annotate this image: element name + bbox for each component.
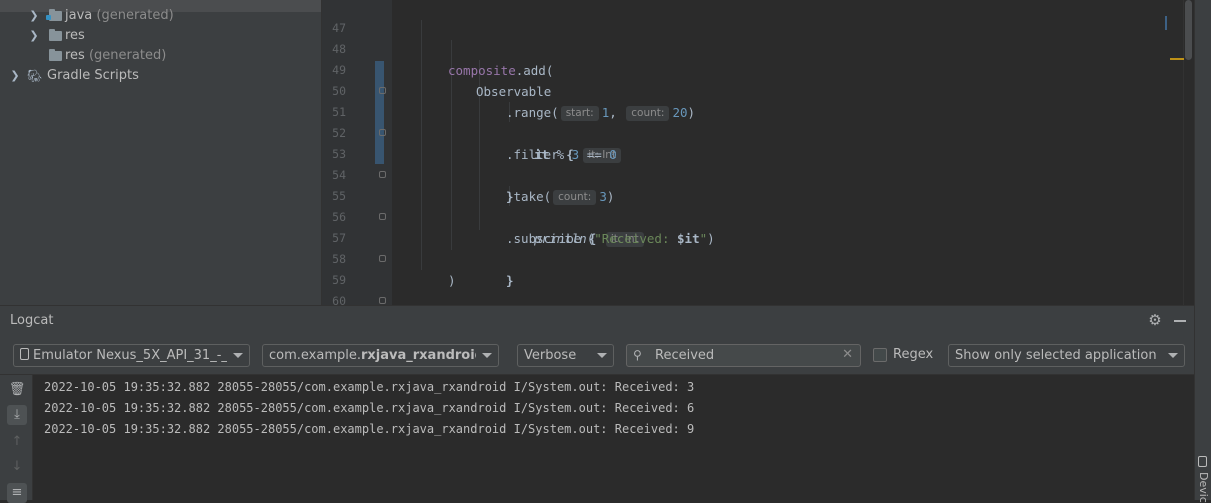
code-line: 53 }	[322, 123, 1194, 204]
fold-toggle-icon[interactable]	[379, 297, 386, 304]
fold-toggle-icon[interactable]	[379, 213, 386, 220]
code-line: 61 private fun getObserver(): Disposable…	[322, 291, 1194, 305]
chevron-down-icon	[482, 353, 492, 358]
process-prefix: com.example.	[269, 348, 361, 363]
code-line: 51 .filter { it: Int	[322, 81, 1194, 163]
logcat-output[interactable]: 2022-10-05 19:35:32.882 28055-28055/com.…	[33, 375, 1194, 500]
folder-icon	[49, 29, 62, 41]
tree-item-label: res	[65, 48, 85, 63]
code-line: 60	[322, 270, 1194, 305]
trash-icon[interactable]: 🗑︎	[7, 380, 27, 400]
tree-item-label: res	[65, 28, 85, 43]
code-line: 58 )	[322, 228, 1194, 288]
editor-scrollbar[interactable]	[1165, 0, 1194, 305]
code-line: 54 .take(count: 3)	[322, 144, 1194, 205]
log-line: 2022-10-05 19:35:32.882 28055-28055/com.…	[44, 380, 695, 394]
folder-icon	[49, 49, 62, 61]
arrow-up-icon[interactable]: ↑	[7, 432, 27, 452]
search-icon[interactable]: ⚲	[633, 348, 642, 362]
chevron-down-icon	[597, 353, 607, 358]
regex-checkbox[interactable]	[873, 348, 887, 362]
code-line: 48 composite.add(	[322, 18, 1194, 78]
scope-select[interactable]: Show only selected application	[948, 344, 1185, 367]
chevron-right-icon[interactable]: ❯	[8, 66, 22, 86]
log-level-value: Verbose	[524, 348, 577, 363]
tree-item-res-generated[interactable]: res (generated)	[0, 46, 321, 66]
logcat-header: Logcat ⚙	[0, 305, 1194, 335]
minimize-icon[interactable]	[1174, 320, 1186, 322]
logcat-search[interactable]: ⚲ ✕	[626, 344, 861, 367]
log-line: 2022-10-05 19:35:32.882 28055-28055/com.…	[44, 422, 695, 436]
process-name: rxjava_rxandroid	[360, 348, 476, 363]
tree-item-suffix: (generated)	[84, 48, 167, 63]
code-line: 57 }	[322, 207, 1194, 288]
project-tree-panel: ❯ java (generated) ❯ res res (generated)…	[0, 0, 322, 305]
code-line: 52 it % 3 == 0	[322, 102, 1194, 162]
code-line: 49 Observable	[322, 39, 1194, 99]
device-manager-icon[interactable]	[1198, 456, 1207, 467]
process-select[interactable]: com.example.rxjava_rxandroid (2	[262, 344, 499, 367]
tree-item-res[interactable]: ❯ res	[0, 26, 321, 46]
code-line: 47	[322, 0, 1194, 35]
scroll-to-end-icon[interactable]: ⤓	[7, 405, 27, 425]
device-icon	[20, 348, 29, 360]
warning-marker[interactable]	[1170, 58, 1184, 60]
chevron-down-icon	[233, 353, 243, 358]
tree-item-label: java	[65, 8, 93, 23]
device-manager-tab[interactable]: Devic	[1197, 472, 1210, 503]
code-line: 55 .subscribe { it: Int	[322, 165, 1194, 247]
code-editor[interactable]: 47 48 composite.add( 49 Observable 50 .r…	[322, 0, 1194, 305]
fold-toggle-icon[interactable]	[379, 129, 386, 136]
chevron-down-icon	[1168, 353, 1178, 358]
code-line: 59 }	[322, 249, 1194, 287]
right-tool-strip: Devic	[1194, 0, 1211, 503]
tree-item-java-generated[interactable]: ❯ java (generated)	[0, 6, 321, 26]
soft-wrap-icon[interactable]: ≡	[7, 483, 27, 503]
log-level-select[interactable]: Verbose	[517, 344, 614, 367]
tree-item-suffix: (generated)	[92, 8, 174, 23]
scope-select-value: Show only selected application	[955, 348, 1157, 363]
code-line: 56 println("Received: $it")	[322, 186, 1194, 246]
chevron-right-icon[interactable]: ❯	[27, 26, 41, 46]
fold-toggle-icon[interactable]	[379, 87, 386, 94]
log-line: 2022-10-05 19:35:32.882 28055-28055/com.…	[44, 401, 695, 415]
regex-label[interactable]: Regex	[893, 347, 933, 362]
tree-item-label: Gradle Scripts	[47, 68, 139, 83]
fold-toggle-icon[interactable]	[379, 255, 386, 262]
clear-icon[interactable]: ✕	[842, 347, 853, 362]
gear-icon[interactable]: ⚙	[1147, 312, 1163, 328]
gradle-icon: 🐘︎	[27, 69, 43, 83]
logcat-title: Logcat	[10, 313, 54, 328]
device-select-value: Emulator Nexus_5X_API_31_-_	[33, 348, 227, 363]
fold-toggle-icon[interactable]	[379, 171, 386, 178]
search-input[interactable]	[655, 346, 835, 365]
code-line: 50 .range(start: 1, count: 20)	[322, 60, 1194, 121]
logcat-toolbar: Emulator Nexus_5X_API_31_-_ com.example.…	[0, 335, 1194, 375]
chevron-right-icon[interactable]: ❯	[27, 6, 41, 26]
folder-icon	[46, 9, 62, 21]
caret-marker	[1165, 16, 1167, 30]
arrow-down-icon[interactable]: ↓	[7, 457, 27, 477]
logcat-side-toolbar: 🗑︎ ⤓ ↑ ↓ ≡	[0, 375, 33, 503]
tree-item-gradle-scripts[interactable]: ❯ 🐘︎ Gradle Scripts	[0, 66, 321, 86]
device-select[interactable]: Emulator Nexus_5X_API_31_-_	[13, 344, 250, 367]
editor-scroll-thumb[interactable]	[1185, 0, 1192, 60]
